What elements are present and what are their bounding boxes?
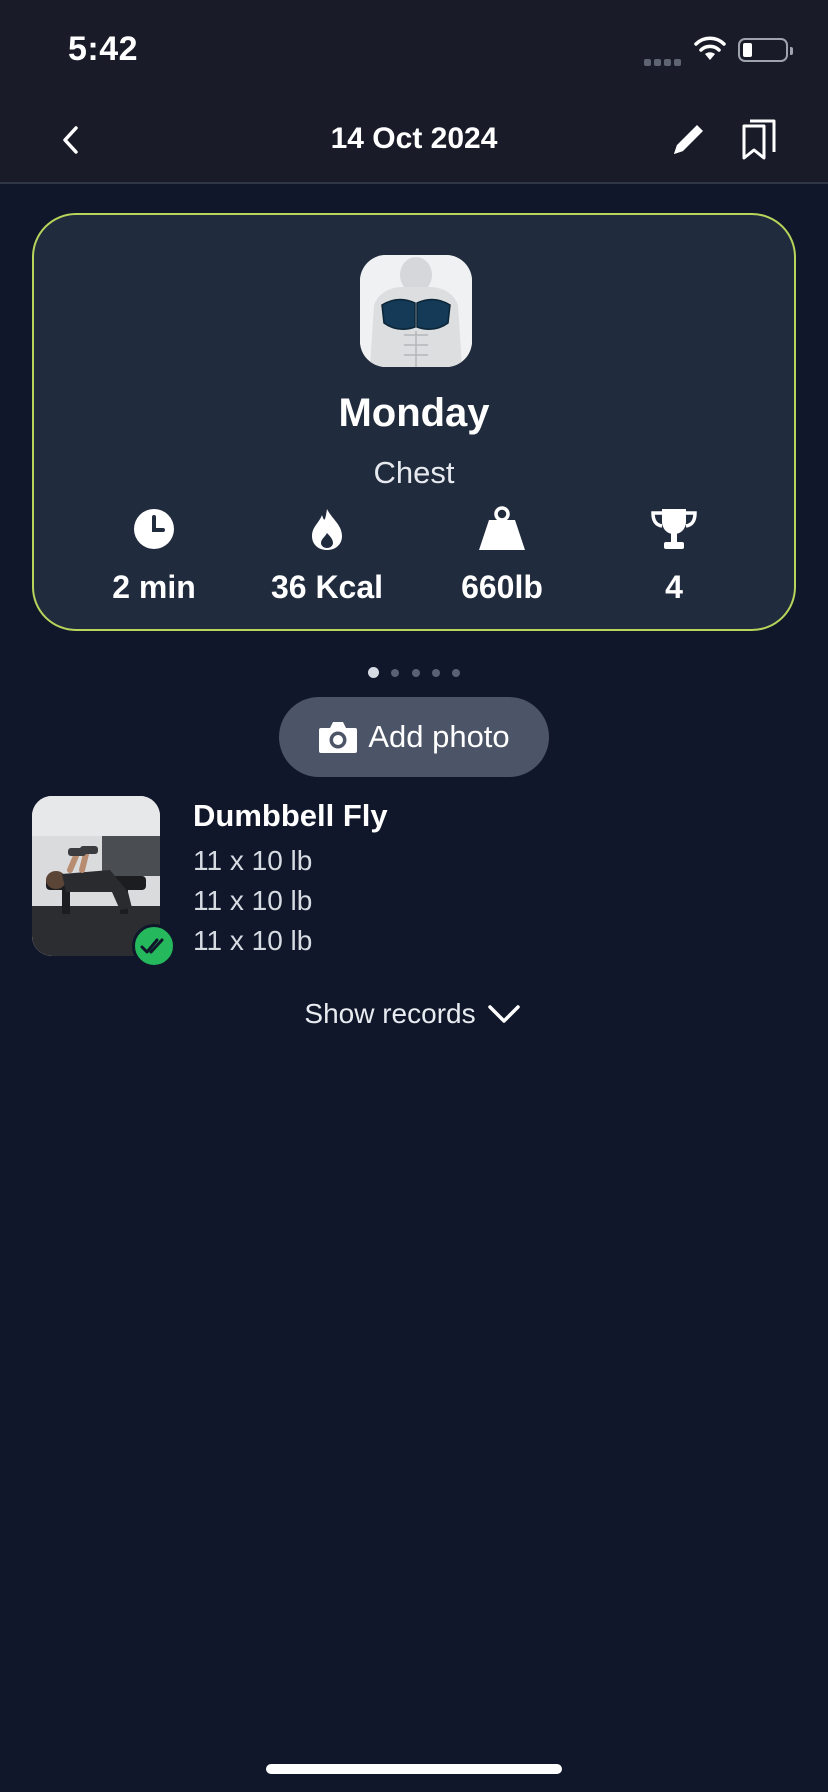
stat-calories: 36 Kcal [252,505,402,606]
bookmark-button[interactable] [740,118,780,162]
bookmark-icon [742,119,776,160]
show-records-button[interactable]: Show records [0,998,828,1030]
add-photo-label: Add photo [368,719,510,754]
page-dot[interactable] [411,669,420,677]
status-time: 5:42 [68,30,139,68]
completed-badge [132,924,176,968]
page-dot-active[interactable] [367,667,379,678]
weight-icon [479,506,525,550]
stat-value: 2 min [112,569,196,605]
stat-value: 36 Kcal [270,569,384,605]
status-icons [644,34,794,66]
exercise-name[interactable]: Dumbbell Fly [193,798,388,834]
day-title: Monday [338,391,490,435]
stat-value: 4 [665,569,683,605]
clock-icon [134,509,174,549]
header-bar: 5:42 14 Oct 2024 [0,0,828,184]
chevron-down-icon [487,1005,520,1023]
double-check-icon [140,938,164,954]
page-dot[interactable] [452,669,461,677]
set-line: 11 x 10 lb [193,845,313,876]
stat-duration: 2 min [79,505,229,606]
page-dot[interactable] [391,669,400,677]
home-indicator[interactable] [266,1764,562,1774]
page-indicator[interactable] [0,664,828,682]
camera-icon [319,722,358,753]
chest-muscle-icon [360,255,472,367]
wifi-icon [694,36,726,60]
trophy-icon [651,509,697,549]
page-dot[interactable] [431,669,440,677]
stat-weight: 660lb [427,505,577,606]
pencil-icon [674,125,703,154]
battery-icon [738,38,793,62]
edit-button[interactable] [668,120,708,160]
flame-icon [312,509,342,550]
workout-summary-card[interactable]: Monday Chest 2 min 36 Kcal 660lb 4 [32,213,796,631]
add-photo-button[interactable]: Add photo [279,697,549,777]
stat-value: 660lb [461,569,543,605]
cellular-signal-icon [644,53,684,71]
workout-detail-screen: 5:42 14 Oct 2024 Monday Chest 2 min 36 K… [0,0,828,1792]
show-records-label: Show records [304,998,476,1029]
stat-records: 4 [599,505,749,606]
set-line: 11 x 10 lb [193,885,313,916]
set-line: 11 x 10 lb [193,925,313,956]
muscle-group-label: Chest [373,455,455,490]
